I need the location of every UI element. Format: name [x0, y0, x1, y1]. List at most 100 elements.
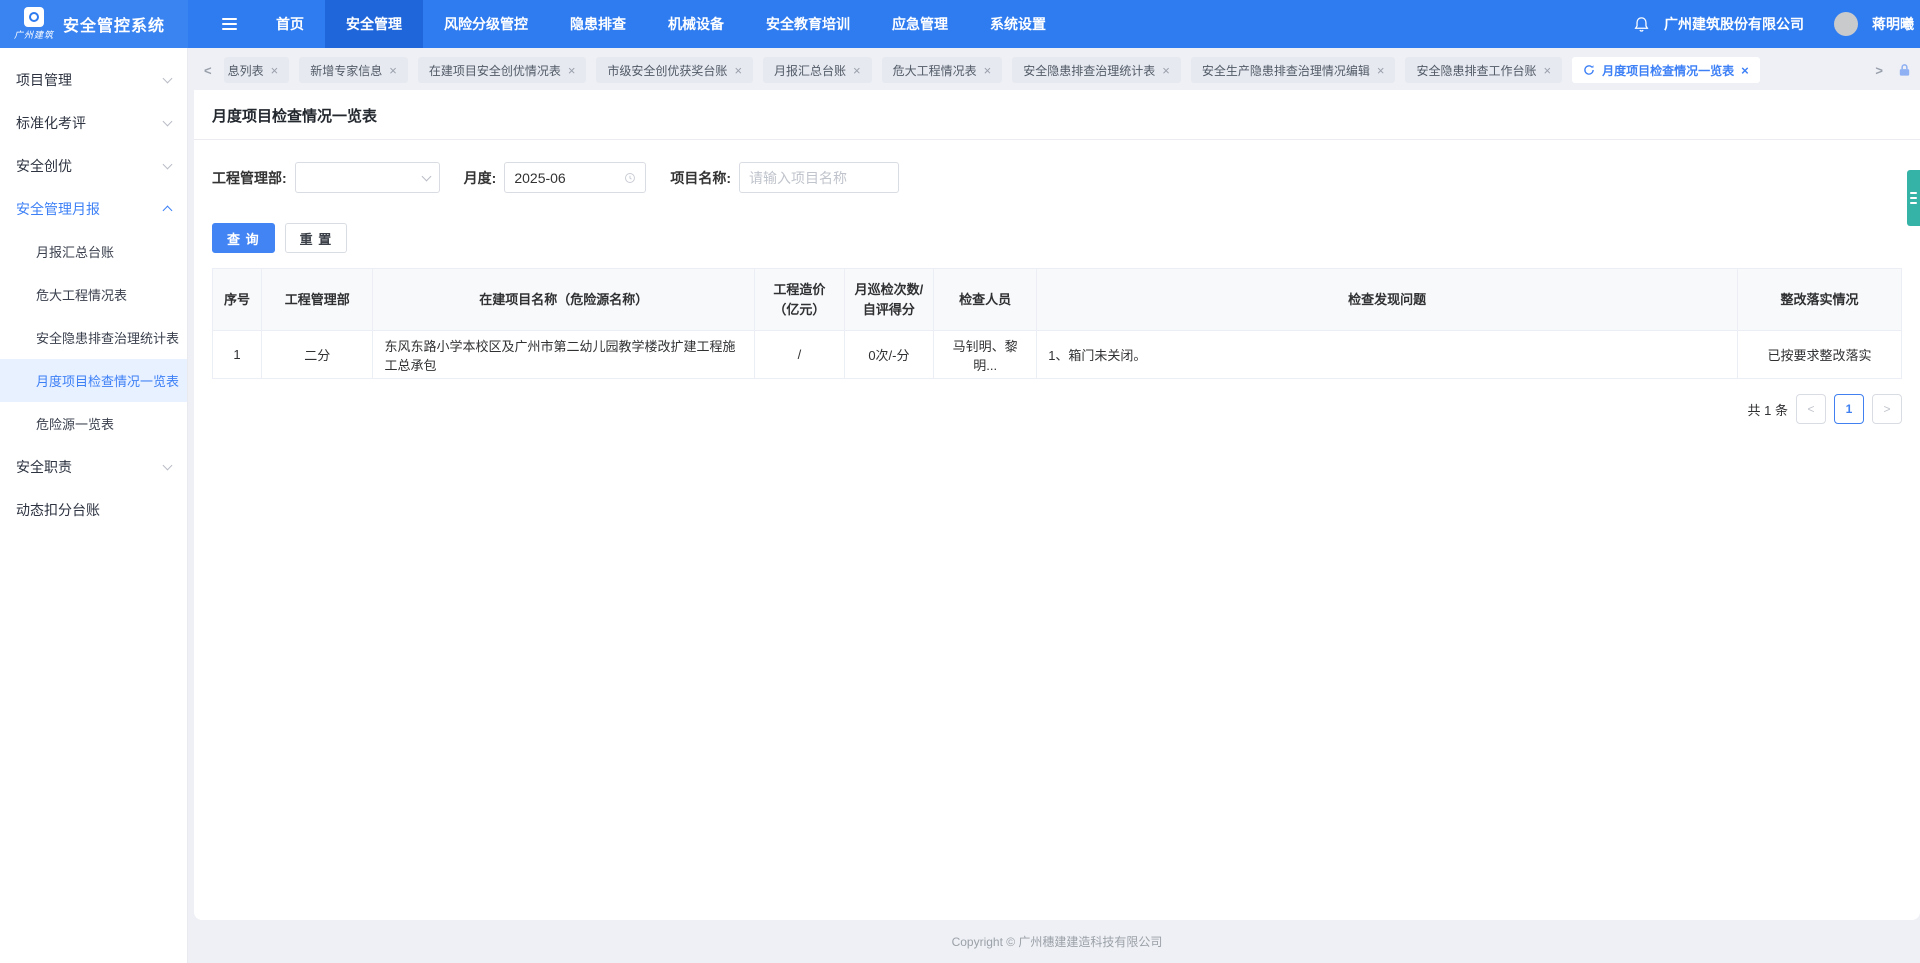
tab-city-award-ledger[interactable]: 市级安全创优获奖台账 × — [596, 57, 754, 83]
search-button[interactable]: 查 询 — [212, 223, 275, 253]
tab-hazard-stats-table[interactable]: 安全隐患排查治理统计表 × — [1012, 57, 1181, 83]
brand-area: 广州建筑 安全管控系统 — [0, 0, 188, 48]
project-name-field[interactable] — [739, 162, 900, 193]
col-rectification: 整改落实情况 — [1737, 268, 1902, 331]
tab-add-expert-info[interactable]: 新增专家信息 × — [299, 57, 408, 83]
col-inspections: 月巡检次数/ 自评得分 — [843, 268, 935, 331]
nav-item-system-settings[interactable]: 系统设置 — [969, 0, 1067, 48]
reset-button[interactable]: 重 置 — [284, 223, 348, 253]
close-icon[interactable]: × — [1162, 64, 1170, 77]
close-icon[interactable]: × — [853, 64, 861, 77]
sidebar: 项目管理 标准化考评 安全创优 安全管理月报 月报汇总台账 危大工程情况表 安全… — [0, 48, 188, 963]
divider — [194, 139, 1920, 140]
cell-problems: 1、箱门未关闭。 — [1036, 330, 1739, 379]
nav-item-safety-management[interactable]: 安全管理 — [325, 0, 423, 48]
close-icon[interactable]: × — [1543, 64, 1551, 77]
filter-bar: 工程管理部: 月度: 项目名称: — [212, 162, 1902, 193]
open-tabs: 息列表 × 新增专家信息 × 在建项目安全创优情况表 × 市级安全创优获奖台账 × 月报… — [223, 57, 1864, 83]
page-title: 月度项目检查情况一览表 — [212, 108, 378, 125]
nav-item-emergency[interactable]: 应急管理 — [871, 0, 969, 48]
close-icon[interactable]: × — [1377, 64, 1385, 77]
chevron-up-icon — [162, 205, 173, 215]
top-nav: 首页 安全管理 风险分级管控 隐患排查 机械设备 安全教育培训 应急管理 系统设… — [188, 0, 1633, 48]
clock-icon — [625, 172, 636, 183]
sidebar-item-monthly-safety-report[interactable]: 安全管理月报 — [0, 187, 187, 230]
project-name-label: 项目名称: — [670, 169, 732, 186]
table-row[interactable]: 1 二分 东风东路小学本校区及广州市第二幼儿园教学楼改扩建工程施工总承包 / 0… — [212, 330, 1902, 379]
user-avatar[interactable] — [1834, 12, 1858, 36]
close-icon[interactable]: × — [271, 64, 279, 77]
notification-bell-icon[interactable] — [1633, 16, 1650, 33]
monthly-check-table: 序号 工程管理部 在建项目名称（危险源名称） 工程造价 （亿元） 月巡检次数/ … — [212, 268, 1902, 379]
sidebar-item-standard-assessment[interactable]: 标准化考评 — [0, 101, 187, 144]
lock-icon[interactable] — [1897, 62, 1912, 78]
sidebar-subitem-hazard-source-list[interactable]: 危险源一览表 — [0, 402, 187, 445]
tab-inbuild-safety-excellence[interactable]: 在建项目安全创优情况表 × — [417, 57, 587, 83]
sidebar-item-dynamic-deduction-ledger[interactable]: 动态扣分台账 — [0, 488, 187, 531]
user-name[interactable]: 蒋明曦 — [1872, 14, 1918, 34]
sidebar-subitem-monthly-summary-ledger[interactable]: 月报汇总台账 — [0, 230, 187, 273]
refresh-icon[interactable] — [1583, 64, 1595, 76]
prev-page-button[interactable]: < — [1796, 394, 1826, 424]
nav-item-safety-training[interactable]: 安全教育培训 — [745, 0, 871, 48]
close-icon[interactable]: × — [568, 64, 576, 77]
tab-major-project-table[interactable]: 危大工程情况表 × — [881, 57, 1003, 83]
cell-rectification: 已按要求整改落实 — [1737, 330, 1902, 379]
header-right: 广州建筑股份有限公司 蒋明曦 — [1633, 0, 1920, 48]
project-name-input[interactable] — [749, 169, 890, 186]
next-page-button[interactable]: > — [1872, 394, 1902, 424]
tab-hazard-work-ledger[interactable]: 安全隐患排查工作台账 × — [1405, 57, 1563, 83]
month-label: 月度: — [463, 169, 497, 186]
cell-dept: 二分 — [260, 330, 374, 379]
col-index: 序号 — [212, 268, 262, 331]
sidebar-subitem-hazard-stats-table[interactable]: 安全隐患排查治理统计表 — [0, 316, 187, 359]
page-1-button[interactable]: 1 — [1834, 394, 1864, 424]
dept-label: 工程管理部: — [212, 169, 287, 186]
chevron-down-icon — [162, 460, 173, 470]
chevron-down-icon — [162, 159, 173, 169]
tab-monthly-project-check-list[interactable]: 月度项目检查情况一览表 × — [1572, 57, 1760, 83]
sidebar-subitem-monthly-project-check-list[interactable]: 月度项目检查情况一览表 — [0, 359, 187, 402]
month-picker[interactable] — [504, 162, 647, 193]
chevron-down-icon — [162, 116, 173, 126]
nav-item-hazard-check[interactable]: 隐患排查 — [549, 0, 647, 48]
tabs-scroll-right-icon[interactable]: > — [1873, 63, 1885, 78]
total-count: 共 1 条 — [1747, 402, 1788, 418]
close-icon[interactable]: × — [984, 64, 992, 77]
nav-item-machinery[interactable]: 机械设备 — [647, 0, 745, 48]
nav-item-risk-grading[interactable]: 风险分级管控 — [423, 0, 549, 48]
action-buttons: 查 询 重 置 — [212, 223, 1902, 253]
cell-inspections: 0次/-分 — [843, 330, 935, 379]
col-problems: 检查发现问题 — [1036, 268, 1739, 331]
chevron-down-icon — [162, 73, 173, 83]
dept-select[interactable] — [294, 162, 440, 193]
nav-item-home[interactable]: 首页 — [255, 0, 325, 48]
tab-bar: < 息列表 × 新增专家信息 × 在建项目安全创优情况表 × 市级安全创优获奖台账 × … — [194, 48, 1920, 90]
logo-script-text: 广州建筑 — [14, 30, 55, 40]
table-header-row: 序号 工程管理部 在建项目名称（危险源名称） 工程造价 （亿元） 月巡检次数/ … — [212, 268, 1902, 331]
close-icon[interactable]: × — [389, 64, 397, 77]
chevron-down-icon — [421, 171, 432, 181]
footer: Copyright © 广州穗建建造科技有限公司 — [194, 920, 1920, 963]
col-inspectors: 检查人员 — [933, 268, 1038, 331]
copyright-text: Copyright © 广州穗建建造科技有限公司 — [951, 935, 1163, 949]
company-logo: 广州建筑 — [14, 7, 54, 41]
sidebar-collapse-icon[interactable] — [204, 0, 255, 48]
sidebar-item-project-management[interactable]: 项目管理 — [0, 58, 187, 101]
close-icon[interactable]: × — [734, 64, 742, 77]
company-name[interactable]: 广州建筑股份有限公司 — [1664, 14, 1804, 34]
logo-icon — [24, 7, 44, 27]
sidebar-item-safety-duty[interactable]: 安全职责 — [0, 445, 187, 488]
close-icon[interactable]: × — [1741, 64, 1749, 77]
tab-message-list[interactable]: 息列表 × — [223, 57, 290, 83]
col-project-name: 在建项目名称（危险源名称） — [372, 268, 756, 331]
tab-monthly-summary-ledger[interactable]: 月报汇总台账 × — [763, 57, 872, 83]
col-dept: 工程管理部 — [260, 268, 374, 331]
tab-hazard-treatment-edit[interactable]: 安全生产隐患排查治理情况编辑 × — [1190, 57, 1396, 83]
app-title: 安全管控系统 — [63, 18, 166, 35]
sidebar-subitem-major-project-table[interactable]: 危大工程情况表 — [0, 273, 187, 316]
sidebar-item-safety-excellence[interactable]: 安全创优 — [0, 144, 187, 187]
tabs-scroll-left-icon[interactable]: < — [202, 63, 214, 78]
month-input[interactable] — [514, 169, 619, 186]
feedback-side-widget[interactable] — [1907, 170, 1920, 226]
